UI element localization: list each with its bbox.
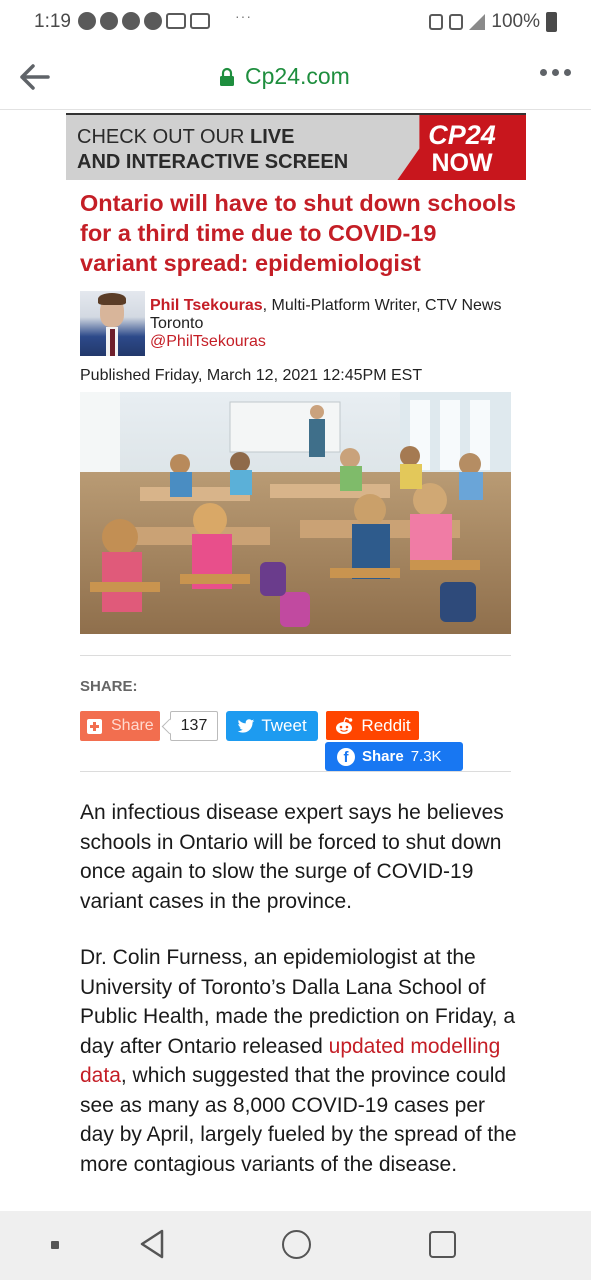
nav-indicator-icon bbox=[51, 1241, 59, 1249]
address-bar[interactable]: Cp24.com bbox=[219, 63, 350, 90]
cp24-live-banner[interactable]: CHECK OUT OUR LIVE AND INTERACTIVE SCREE… bbox=[66, 113, 526, 180]
plus-icon bbox=[87, 718, 102, 734]
dot-icon bbox=[564, 69, 571, 76]
facebook-icon bbox=[78, 12, 96, 30]
reddit-label: Reddit bbox=[361, 715, 411, 735]
system-status: 100% bbox=[429, 11, 557, 33]
article-hero-image bbox=[80, 392, 511, 634]
lock-icon bbox=[220, 67, 234, 86]
back-button[interactable] bbox=[18, 62, 52, 92]
vibrate-icon bbox=[449, 14, 464, 30]
logo-bottom: NOW bbox=[431, 149, 493, 177]
share-button-label: Share bbox=[111, 717, 154, 734]
logo-top: CP24 bbox=[428, 120, 496, 150]
article-paragraph: Dr. Colin Furness, an epidemiologist at … bbox=[80, 943, 520, 1179]
byline-text: Phil Tsekouras, Multi-Platform Writer, C… bbox=[150, 297, 520, 351]
share-count: 137 bbox=[170, 711, 218, 741]
facebook-share-button[interactable]: f Share 7.3K bbox=[325, 742, 463, 771]
paragraph-text: , which suggested that the province coul… bbox=[80, 1064, 517, 1176]
article-headline: Ontario will have to shut down schools f… bbox=[80, 190, 517, 276]
divider bbox=[80, 655, 511, 656]
nfc-icon bbox=[429, 14, 444, 30]
browser-toolbar: Cp24.com bbox=[0, 44, 591, 110]
classroom-photo bbox=[80, 392, 511, 634]
facebook-share-count: 7.3K bbox=[410, 748, 442, 765]
app-icon bbox=[122, 12, 140, 30]
banner-text: CHECK OUT OUR LIVE AND INTERACTIVE SCREE… bbox=[77, 125, 348, 175]
tweet-button[interactable]: Tweet bbox=[226, 711, 318, 741]
battery-percent: 100% bbox=[491, 11, 540, 32]
notification-overflow: ··· bbox=[235, 8, 252, 24]
arrow-left-icon bbox=[20, 64, 50, 90]
signal-icon bbox=[469, 14, 486, 30]
tweet-label: Tweet bbox=[261, 716, 307, 735]
byline: Phil Tsekouras, Multi-Platform Writer, C… bbox=[80, 291, 520, 357]
facebook-icon bbox=[100, 12, 118, 30]
spade-icon bbox=[144, 12, 162, 30]
cp24-now-logo: CP24 NOW bbox=[404, 121, 520, 177]
article-paragraph: An infectious disease expert says he bel… bbox=[80, 801, 504, 913]
notification-icons bbox=[78, 12, 210, 30]
facebook-icon: f bbox=[337, 747, 355, 766]
nav-recents-button[interactable] bbox=[429, 1231, 456, 1258]
status-bar: 1:19 ··· 100% bbox=[0, 0, 591, 44]
facebook-share-label: Share bbox=[362, 748, 404, 765]
dot-icon bbox=[552, 69, 559, 76]
more-menu-button[interactable] bbox=[540, 69, 571, 76]
gmail-icon bbox=[190, 13, 210, 29]
author-twitter-link[interactable]: @PhilTsekouras bbox=[150, 333, 520, 351]
url-text: Cp24.com bbox=[245, 63, 350, 89]
banner-line1-bold: LIVE bbox=[249, 126, 295, 148]
battery-icon bbox=[546, 12, 557, 32]
dot-icon bbox=[540, 69, 547, 76]
published-date: Published Friday, March 12, 2021 12:45PM… bbox=[80, 367, 423, 384]
banner-line2: AND INTERACTIVE SCREEN bbox=[77, 151, 349, 173]
nav-back-button[interactable] bbox=[138, 1228, 166, 1260]
reddit-alien-icon bbox=[336, 716, 353, 734]
divider bbox=[80, 771, 511, 772]
share-button[interactable]: Share bbox=[80, 711, 160, 741]
twitter-bird-icon bbox=[238, 718, 255, 733]
author-name-link[interactable]: Phil Tsekouras bbox=[150, 297, 263, 314]
reddit-button[interactable]: Reddit bbox=[326, 711, 419, 740]
nav-home-button[interactable] bbox=[282, 1230, 311, 1259]
banner-line1: CHECK OUT OUR bbox=[77, 126, 250, 148]
status-time: 1:19 bbox=[34, 11, 71, 32]
system-navigation-bar bbox=[0, 1211, 591, 1280]
share-label: SHARE: bbox=[80, 678, 138, 695]
gallery-icon bbox=[166, 13, 186, 29]
author-photo bbox=[80, 291, 145, 356]
